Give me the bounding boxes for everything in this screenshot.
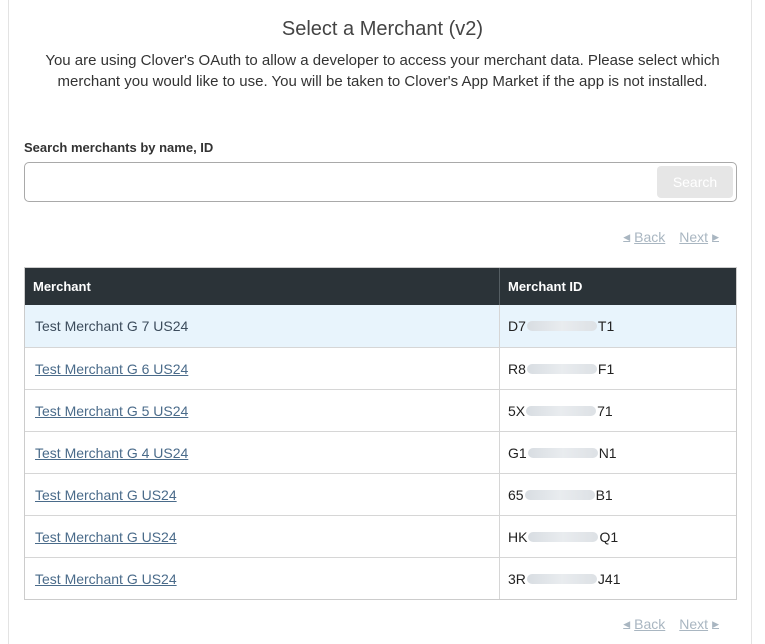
merchant-name-cell: Test Merchant G US24 [25, 474, 500, 515]
merchant-link[interactable]: Test Merchant G US24 [35, 571, 177, 587]
merchant-link[interactable]: Test Merchant G 5 US24 [35, 403, 188, 419]
table-row[interactable]: Test Merchant G US24 65 B1 [25, 473, 736, 515]
merchant-id-prefix: D7 [508, 318, 526, 334]
merchant-id-cell: HK Q1 [500, 516, 736, 557]
triangle-left-icon: ◀ [623, 231, 631, 242]
search-box: Search [24, 162, 737, 202]
merchant-link[interactable]: Test Merchant G 6 US24 [35, 361, 188, 377]
merchant-id-suffix: F1 [597, 360, 615, 377]
pager-top: ◀ Back Next ▶ [623, 229, 719, 245]
next-link-bottom[interactable]: Next ▶ [679, 616, 719, 632]
merchant-name-cell: Test Merchant G 6 US24 [25, 348, 500, 389]
redacted-id-blur [526, 321, 597, 331]
merchant-id-prefix: 5X [508, 402, 526, 419]
pager-bottom: ◀ Back Next ▶ [623, 616, 719, 632]
table-row[interactable]: Test Merchant G US24 3R J41 [25, 557, 736, 599]
redacted-id-blur [526, 363, 597, 374]
page-title: Select a Merchant (v2) [281, 18, 484, 40]
merchant-id-suffix: B1 [595, 486, 613, 503]
table-body: Test Merchant G 7 US24 D7 T1 Test Merchant … [25, 305, 736, 599]
merchant-id-suffix: 71 [597, 402, 613, 419]
merchant-id-prefix: 65 [508, 486, 524, 503]
page-description: You are using Clover's OAuth to allow a … [45, 52, 720, 90]
redacted-id-blur [527, 447, 598, 458]
next-label: Next [679, 616, 709, 632]
merchant-id-prefix: G1 [508, 444, 527, 461]
redacted-id-blur [526, 573, 597, 584]
table-row[interactable]: Test Merchant G US24 HK Q1 [25, 515, 736, 557]
next-link-top[interactable]: Next ▶ [679, 229, 719, 245]
redacted-id-blur [526, 405, 597, 416]
redacted-id-blur [528, 531, 599, 542]
merchant-name-cell: Test Merchant G 5 US24 [25, 390, 500, 431]
merchant-link[interactable]: Test Merchant G 7 US24 [35, 318, 188, 334]
merchant-name-cell: Test Merchant G US24 [25, 516, 500, 557]
merchant-id-cell: 5X 71 [500, 390, 736, 431]
search-button[interactable]: Search [657, 166, 733, 198]
back-label: Back [634, 229, 666, 245]
table-row[interactable]: Test Merchant G 5 US24 5X 71 [25, 389, 736, 431]
merchant-id-cell: D7 T1 [500, 305, 736, 347]
table-row[interactable]: Test Merchant G 6 US24 R8 F1 [25, 347, 736, 389]
redacted-id-blur [524, 489, 595, 500]
merchant-link[interactable]: Test Merchant G US24 [35, 529, 177, 545]
merchant-id-suffix: Q1 [599, 528, 619, 545]
merchant-name-cell: Test Merchant G 7 US24 [25, 305, 500, 347]
merchant-id-suffix: N1 [598, 444, 617, 461]
merchant-name-cell: Test Merchant G US24 [25, 558, 500, 599]
column-header-merchant-id: Merchant ID [508, 279, 583, 294]
merchant-id-suffix: J41 [597, 570, 621, 587]
merchant-id-cell: R8 F1 [500, 348, 736, 389]
search-input[interactable] [31, 167, 655, 199]
merchant-id-prefix: HK [508, 528, 528, 545]
table-row[interactable]: Test Merchant G 7 US24 D7 T1 [25, 305, 736, 347]
merchant-id-suffix: T1 [597, 318, 615, 334]
triangle-left-icon: ◀ [623, 618, 631, 629]
back-label: Back [634, 616, 666, 632]
merchant-link[interactable]: Test Merchant G 4 US24 [35, 445, 188, 461]
merchant-id-cell: 3R J41 [500, 558, 736, 599]
search-label: Search merchants by name, ID [24, 140, 214, 155]
merchant-table: Merchant Merchant ID Test Merchant G 7 U… [24, 267, 737, 600]
merchant-id-prefix: R8 [508, 360, 526, 377]
merchant-id-prefix: 3R [508, 570, 526, 587]
back-link-bottom[interactable]: ◀ Back [623, 616, 665, 632]
triangle-right-icon: ▶ [712, 231, 719, 242]
table-header: Merchant Merchant ID [25, 268, 736, 305]
merchant-name-cell: Test Merchant G 4 US24 [25, 432, 500, 473]
merchant-link[interactable]: Test Merchant G US24 [35, 487, 177, 503]
triangle-right-icon: ▶ [712, 618, 719, 629]
column-header-merchant: Merchant [25, 268, 500, 305]
merchant-id-cell: G1 N1 [500, 432, 736, 473]
merchant-id-cell: 65 B1 [500, 474, 736, 515]
back-link-top[interactable]: ◀ Back [623, 229, 665, 245]
table-row[interactable]: Test Merchant G 4 US24 G1 N1 [25, 431, 736, 473]
next-label: Next [679, 229, 709, 245]
